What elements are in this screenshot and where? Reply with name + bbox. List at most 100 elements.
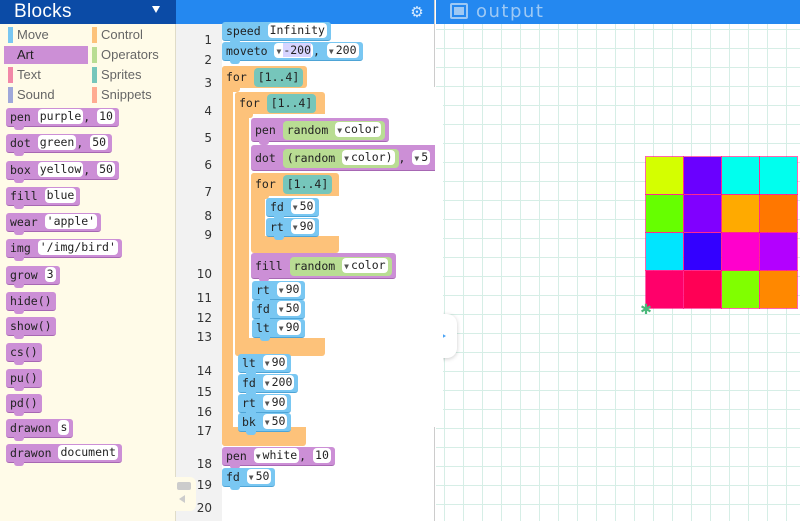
dropdown-icon[interactable]: ▼ [414,154,419,163]
palette-block-pu[interactable]: pu() [6,369,42,391]
arg-slot[interactable]: ▼ color [335,122,381,137]
dropdown-icon[interactable]: ▼ [249,473,254,482]
palette-block-drawon[interactable]: drawon document [6,444,122,466]
arg-slot[interactable]: 'apple' [44,214,98,229]
arg-slot[interactable]: ▼ color) [342,150,395,165]
arg-slot[interactable]: yellow [37,162,84,177]
palette-block-img[interactable]: img '/img/bird' [6,239,122,261]
palette-header[interactable]: Blocks [0,0,176,24]
arg-slot[interactable]: ▼ 90 [262,395,288,410]
code-block-bk[interactable]: bk ▼ 50 [238,413,292,435]
dropdown-icon[interactable]: ▼ [329,47,334,56]
arg-slot[interactable]: Infinity [267,23,327,38]
dropdown-icon[interactable]: ▼ [293,203,298,212]
arg-slot[interactable]: 50 [90,135,109,150]
category-text[interactable]: Text [4,66,88,84]
arg-slot[interactable]: ▼ 50 [246,469,272,484]
palette-block-grow[interactable]: grow 3 [6,266,60,288]
arg-slot[interactable]: 10 [97,109,115,124]
palette-block-hide[interactable]: hide() [6,292,56,314]
range-slot[interactable]: [1..4] [266,94,317,113]
dropdown-icon[interactable]: ▼ [279,324,284,333]
arg-slot[interactable]: ▼ 90 [262,355,288,370]
arg-slot[interactable]: '/img/bird' [37,240,118,255]
code-block-speed[interactable]: speed Infinity [222,22,331,44]
code-block-fd[interactable]: fd ▼ 50 [266,198,320,220]
category-operators[interactable]: Operators [88,46,172,64]
category-sound[interactable]: Sound [4,86,88,104]
dropdown-icon[interactable]: ▼ [265,379,270,388]
dropdown-icon[interactable]: ▼ [276,47,281,56]
arg-slot[interactable]: 50 [97,162,115,177]
arg-slot[interactable]: ▼ 50 [262,414,288,429]
palette-block-show[interactable]: show() [6,317,56,339]
palette-block-box[interactable]: box yellow, 50 [6,161,119,183]
dropdown-icon[interactable]: ▼ [293,223,298,232]
random-slot[interactable]: (random ▼ color) [282,149,399,168]
code-block-lt[interactable]: lt ▼ 90 [238,354,292,376]
code-block-pen[interactable]: pen ▼ white, 10 [222,447,335,469]
arg-slot[interactable]: ▼ 50 [290,199,316,214]
arg-slot[interactable]: ▼ 5 [412,150,431,165]
arg-slot[interactable]: ▼ white [253,448,300,463]
arg-slot[interactable]: document [58,445,118,460]
arg-slot[interactable]: blue [44,188,77,203]
arg-slot[interactable]: ▼ 200 [262,375,295,390]
range-slot[interactable]: [1..4] [282,175,333,194]
palette-block-cs[interactable]: cs() [6,343,42,365]
arg-slot[interactable]: ▼ 200 [326,43,359,58]
arg-slot[interactable]: 10 [313,448,331,463]
arg-slot[interactable]: 3 [44,267,56,282]
code-block-fd[interactable]: fd ▼ 200 [238,374,299,396]
category-snippets[interactable]: Snippets [88,86,172,104]
random-slot[interactable]: random ▼ color [289,257,392,276]
code-block-rt[interactable]: rt ▼ 90 [238,394,292,416]
range-slot[interactable]: [1..4] [253,68,304,87]
dropdown-icon[interactable]: ▼ [265,418,270,427]
category-move[interactable]: Move [4,26,88,44]
code-block-for[interactable]: for [1..4] [235,92,321,118]
chevron-down-icon[interactable] [152,6,160,13]
arg-slot[interactable]: ▼ color [342,258,388,273]
dropdown-icon[interactable]: ▼ [279,305,284,314]
dropdown-icon[interactable]: ▼ [265,359,270,368]
palette-block-dot[interactable]: dot green, 50 [6,134,113,156]
arg-slot[interactable]: s [58,420,70,435]
code-block-rt[interactable]: rt ▼ 90 [252,281,306,303]
dropdown-icon[interactable]: ▼ [256,452,261,461]
dropdown-icon[interactable]: ▼ [344,154,349,163]
arg-slot[interactable]: ▼ -200 [274,43,314,58]
code-block-for[interactable]: for [1..4] [251,173,337,199]
palette-block-pen[interactable]: pen purple, 10 [6,108,119,130]
palette-block-wear[interactable]: wear 'apple' [6,213,102,235]
category-art[interactable]: Art [4,46,88,64]
category-sprites[interactable]: Sprites [88,66,172,84]
code-block-fill[interactable]: fill random ▼ color [251,253,396,282]
arg-slot[interactable]: purple [37,109,84,124]
arg-slot[interactable]: ▼ 90 [290,219,316,234]
gear-icon[interactable]: ⚙ [409,4,425,20]
dropdown-icon[interactable]: ▼ [344,262,349,271]
random-slot[interactable]: random ▼ color [282,121,385,140]
dropdown-icon[interactable]: ▼ [337,126,342,135]
code-block-rt[interactable]: rt ▼ 90 [266,218,320,240]
comment-toggle[interactable] [170,477,196,511]
code-block-moveto[interactable]: moveto ▼ -200, ▼ 200 [222,42,363,64]
palette-block-drawon[interactable]: drawon s [6,419,74,441]
code-block-dot[interactable]: dot (random ▼ color), ▼ 5 [251,145,435,171]
code-block-lt[interactable]: lt ▼ 90 [252,319,306,341]
output-screen-icon[interactable] [450,3,468,19]
palette-block-pd[interactable]: pd() [6,394,42,416]
arg-slot[interactable]: ▼ 50 [276,301,302,316]
arg-slot[interactable]: ▼ 90 [276,320,302,335]
category-control[interactable]: Control [88,26,172,44]
code-block-fd[interactable]: fd ▼ 50 [222,468,276,490]
arg-slot[interactable]: ▼ 90 [276,282,302,297]
arg-slot[interactable]: green [37,135,77,150]
dropdown-icon[interactable]: ▼ [279,286,284,295]
palette-block-fill[interactable]: fill blue [6,187,81,209]
code-block-for[interactable]: for [1..4] [222,66,308,92]
dropdown-icon[interactable]: ▼ [265,399,270,408]
code-block-pen[interactable]: pen random ▼ color [251,118,389,145]
code-block-fd[interactable]: fd ▼ 50 [252,300,306,322]
